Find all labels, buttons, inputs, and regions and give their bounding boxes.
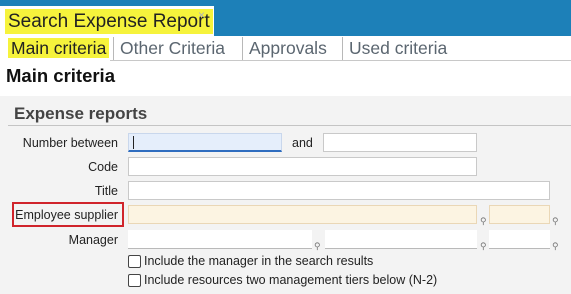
pin-icon[interactable]: ⚲ xyxy=(314,241,321,251)
manager-label: Manager xyxy=(68,233,118,247)
employee-supplier-secondary-input[interactable] xyxy=(489,205,550,224)
tab-other-criteria-label: Other Criteria xyxy=(120,38,226,58)
window-title: Search Expense Report xyxy=(5,9,213,34)
employee-supplier-input[interactable] xyxy=(128,205,477,224)
pin-icon[interactable]: ⚲ xyxy=(480,216,487,226)
title-input[interactable] xyxy=(128,181,550,200)
manager-input[interactable] xyxy=(128,230,312,249)
number-from-input[interactable] xyxy=(128,133,282,152)
manager-secondary-input[interactable] xyxy=(325,230,477,249)
manager-tertiary-input[interactable] xyxy=(489,230,550,249)
and-label: and xyxy=(292,136,313,150)
section-divider xyxy=(8,125,571,126)
include-manager-label: Include the manager in the search result… xyxy=(144,254,374,268)
pin-icon[interactable]: ⚲ xyxy=(480,241,487,251)
employee-supplier-label: Employee supplier xyxy=(15,208,118,222)
number-to-input[interactable] xyxy=(323,133,477,152)
include-n2-label: Include resources two management tiers b… xyxy=(144,273,438,287)
code-input[interactable] xyxy=(128,157,477,176)
text-caret xyxy=(133,136,134,149)
include-manager-checkbox[interactable] xyxy=(128,255,141,268)
tab-used-criteria[interactable]: Used criteria xyxy=(342,37,453,60)
tab-main-criteria[interactable]: Main criteria xyxy=(2,37,115,60)
page-title: Main criteria xyxy=(6,65,115,86)
criteria-tabs: Main criteria Other Criteria Approvals U… xyxy=(0,36,571,61)
pin-icon[interactable]: ⚲ xyxy=(552,241,559,251)
tabs-divider xyxy=(110,60,571,61)
title-label: Title xyxy=(94,184,118,198)
tab-other-criteria[interactable]: Other Criteria xyxy=(113,37,231,60)
code-label: Code xyxy=(88,160,118,174)
close-icon[interactable]: × xyxy=(198,8,205,22)
tab-approvals[interactable]: Approvals xyxy=(242,37,333,60)
section-title: Expense reports xyxy=(14,104,148,123)
number-between-label: Number between xyxy=(22,136,118,150)
tab-approvals-label: Approvals xyxy=(249,38,327,58)
tab-main-criteria-label: Main criteria xyxy=(8,38,110,58)
tab-used-criteria-label: Used criteria xyxy=(349,38,448,58)
tab-search-expense-report[interactable]: Search Expense Report × xyxy=(0,6,214,36)
include-n2-checkbox[interactable] xyxy=(128,274,141,287)
pin-icon[interactable]: ⚲ xyxy=(552,216,559,226)
